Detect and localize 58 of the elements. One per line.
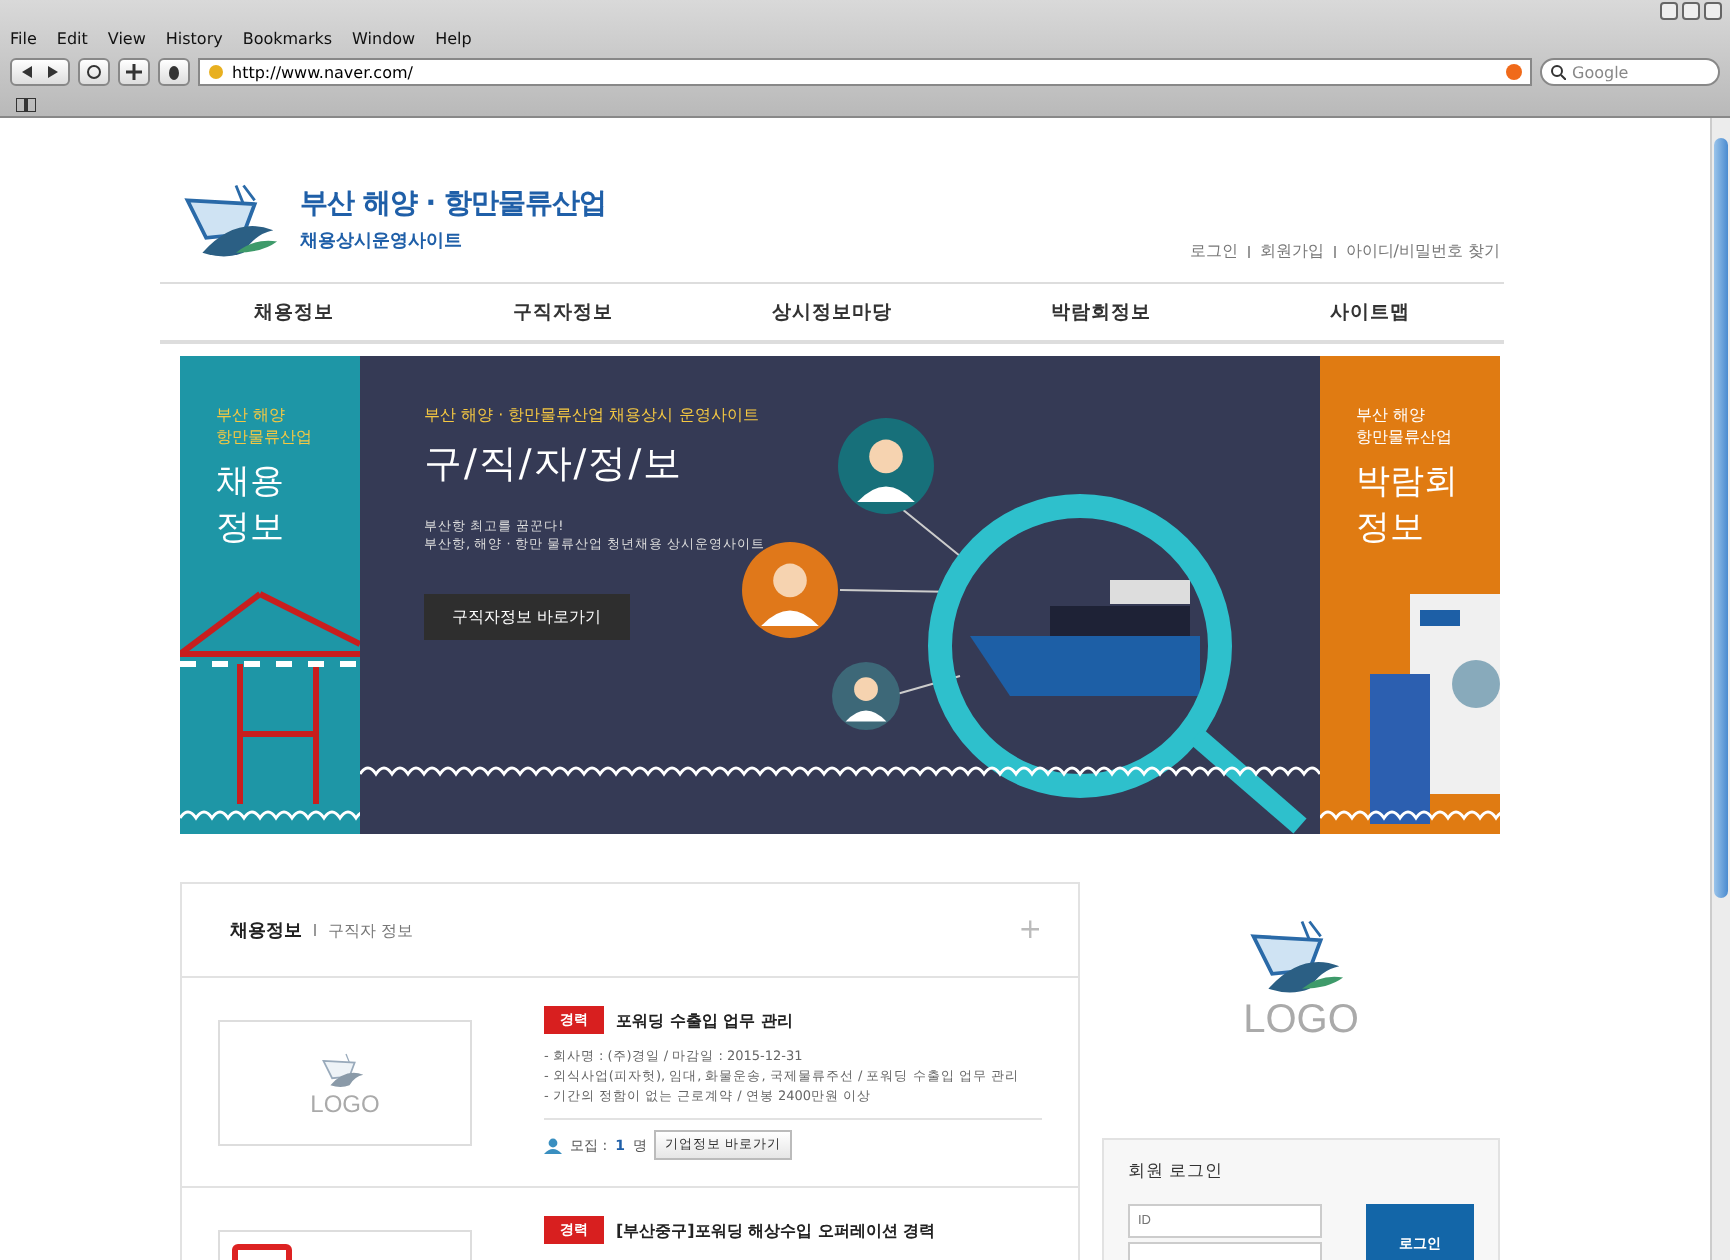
new-tab-button[interactable] [118,58,150,86]
plus-icon [126,64,142,80]
menu-item[interactable]: History [165,29,223,47]
minimize-icon[interactable] [1660,2,1678,20]
scrollbar[interactable] [1710,118,1730,1260]
nav-item[interactable]: 상시정보마당 [697,284,967,340]
job-title[interactable]: 포워딩 수출입 업무 관리 [616,1009,793,1031]
person-avatar-icon [838,418,934,514]
maximize-icon[interactable] [1682,2,1700,20]
person-icon [544,1137,562,1153]
bug-button[interactable] [158,58,190,86]
bug-icon [166,64,182,80]
panel-title: 채용 [216,460,286,506]
reload-button[interactable] [78,58,110,86]
menu-item[interactable]: File [10,29,37,47]
address-field[interactable]: http://www.naver.com/ [198,58,1532,86]
banner-eyebrow: 부산 해양 · 항만물류산업 채용상시 운영사이트 [424,404,759,426]
site-subtitle: 채용상시운영사이트 [300,230,464,254]
nav-item[interactable]: 박람회정보 [966,284,1236,340]
panel-title: 박람회 [1356,460,1460,506]
menu-item[interactable]: Help [435,29,472,47]
jobs-tab[interactable]: 구직자 정보 [328,919,414,941]
panel-subtitle: 항만물류산업 [216,426,314,448]
nav-item[interactable]: 구직자정보 [428,284,698,340]
bookmarks-icon[interactable] [16,97,36,111]
jobseeker-button[interactable]: 구직자정보 바로가기 [424,594,630,640]
search-icon [1550,64,1566,80]
header-link[interactable]: 로그인 [1189,240,1238,262]
header-link[interactable]: 회원가입 [1259,240,1324,262]
menu-item[interactable]: Edit [56,29,88,47]
recruit-panel[interactable]: 부산 해양 항만물류산업 채용 정보 [180,356,360,834]
banner-title: 구/직/자/정/보 [424,440,684,490]
logo-text: LOGO [1243,998,1359,1044]
close-icon[interactable] [1704,2,1722,20]
refresh-icon [1506,64,1522,80]
arrows-icon [20,64,60,80]
site-title: 부산 해양 · 항만물류산업 [300,186,606,222]
url-text: http://www.naver.com/ [232,63,415,81]
panel-subtitle: 부산 해양 [216,404,288,426]
person-avatar-icon [832,662,900,730]
menu-item[interactable]: Window [352,29,416,47]
panel-subtitle: 항만물류산업 [1356,426,1454,448]
nav-item[interactable]: 사이트맵 [1235,284,1505,340]
menu-item[interactable]: View [107,29,146,47]
login-title: 회원 로그인 [1128,1160,1226,1184]
logo-text: LOGO [310,1089,380,1117]
panel-subtitle: 부산 해양 [1356,404,1428,426]
back-forward-button[interactable] [10,58,70,86]
menu-item[interactable]: Bookmarks [242,29,333,47]
header-link[interactable]: 아이디/비밀번호 찾기 [1345,240,1500,262]
panel-title: 정보 [1356,506,1426,552]
search-field[interactable]: Google [1540,58,1720,86]
reload-icon [86,64,102,80]
nav-item[interactable]: 채용정보 [160,284,429,340]
jobs-tab[interactable]: 채용정보 [230,917,302,943]
panel-title: 정보 [216,506,286,552]
site-icon [208,64,224,80]
job-title[interactable]: [부산중구]포워딩 해상수입 오퍼레이션 경력 [616,1219,936,1241]
